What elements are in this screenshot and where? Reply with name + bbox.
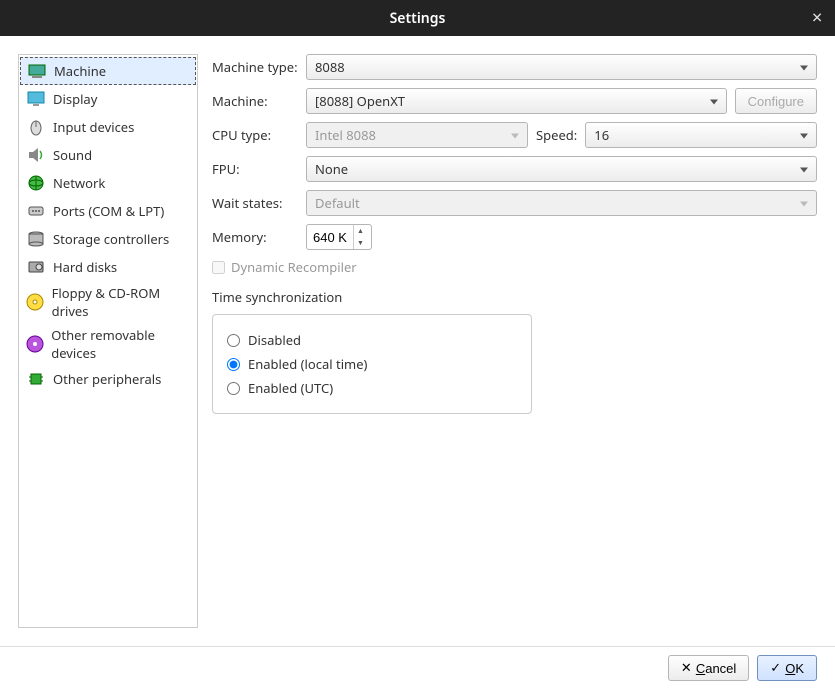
sidebar-item-label: Machine — [54, 62, 106, 80]
sidebar-item-label: Floppy & CD-ROM drives — [52, 284, 191, 320]
sidebar-item-label: Network — [53, 174, 105, 192]
sidebar-item-label: Sound — [53, 146, 92, 164]
speed-value: 16 — [594, 126, 609, 144]
sidebar-item-label: Input devices — [53, 118, 134, 136]
wait-states-value: Default — [315, 194, 360, 212]
radio-local-label: Enabled (local time) — [248, 355, 367, 373]
close-icon[interactable]: ✕ — [811, 9, 823, 28]
ok-button[interactable]: ✓ OK — [757, 655, 817, 681]
wait-states-label: Wait states: — [212, 194, 298, 212]
cpu-type-combo: Intel 8088 — [306, 122, 528, 148]
storage-icon — [25, 228, 47, 250]
sidebar: Machine Display Input devices Sound Netw… — [18, 54, 198, 628]
sidebar-item-input-devices[interactable]: Input devices — [19, 113, 197, 141]
memory-label: Memory: — [212, 228, 298, 246]
memory-spinner[interactable]: ▲ ▼ — [306, 224, 372, 250]
check-icon: ✓ — [770, 660, 781, 676]
cancel-x-icon: ✕ — [681, 660, 692, 676]
radio-local[interactable]: Enabled (local time) — [227, 355, 517, 373]
titlebar: Settings ✕ — [0, 0, 835, 36]
spin-up-icon[interactable]: ▲ — [354, 225, 367, 237]
dynamic-recompiler-label: Dynamic Recompiler — [231, 258, 357, 276]
wait-states-combo: Default — [306, 190, 817, 216]
content-area: Machine Display Input devices Sound Netw… — [0, 36, 835, 646]
speaker-icon — [25, 144, 47, 166]
disc-icon — [25, 291, 46, 313]
sidebar-item-storage-controllers[interactable]: Storage controllers — [19, 225, 197, 253]
sidebar-item-ports[interactable]: Ports (COM & LPT) — [19, 197, 197, 225]
sidebar-item-network[interactable]: Network — [19, 169, 197, 197]
sidebar-item-label: Other peripherals — [53, 370, 161, 388]
fpu-label: FPU: — [212, 160, 298, 178]
radio-disabled-input[interactable] — [227, 334, 240, 347]
main-panel: Machine type: 8088 Machine: [8088] OpenX… — [208, 54, 817, 628]
cancel-button[interactable]: ✕ Cancel — [668, 655, 749, 681]
sidebar-item-label: Ports (COM & LPT) — [53, 202, 164, 220]
chevron-down-icon — [800, 66, 808, 71]
sidebar-item-label: Display — [53, 90, 97, 108]
sidebar-item-sound[interactable]: Sound — [19, 141, 197, 169]
machine-icon — [26, 60, 48, 82]
display-icon — [25, 88, 47, 110]
sidebar-item-floppy-cdrom[interactable]: Floppy & CD-ROM drives — [19, 281, 197, 323]
globe-icon — [25, 172, 47, 194]
fpu-value: None — [315, 160, 348, 178]
chevron-down-icon — [800, 168, 808, 173]
machine-type-label: Machine type: — [212, 58, 298, 76]
port-icon — [25, 200, 47, 222]
chevron-down-icon — [800, 134, 808, 139]
sidebar-item-other-removable[interactable]: Other removable devices — [19, 323, 197, 365]
sidebar-item-label: Storage controllers — [53, 230, 169, 248]
time-sync-title: Time synchronization — [212, 288, 817, 306]
radio-disabled-label: Disabled — [248, 331, 301, 349]
radio-local-input[interactable] — [227, 358, 240, 371]
chevron-down-icon — [710, 100, 718, 105]
hard-disk-icon — [25, 256, 47, 278]
machine-combo[interactable]: [8088] OpenXT — [306, 88, 727, 114]
removable-icon — [25, 333, 45, 355]
footer: ✕ Cancel ✓ OK — [0, 646, 835, 689]
chevron-down-icon — [800, 202, 808, 207]
sidebar-item-label: Hard disks — [53, 258, 117, 276]
time-sync-group: Disabled Enabled (local time) Enabled (U… — [212, 314, 532, 414]
cpu-type-value: Intel 8088 — [315, 126, 376, 144]
memory-value[interactable] — [307, 230, 353, 245]
fpu-combo[interactable]: None — [306, 156, 817, 182]
machine-label: Machine: — [212, 92, 298, 110]
radio-disabled[interactable]: Disabled — [227, 331, 517, 349]
spin-down-icon[interactable]: ▼ — [354, 237, 367, 249]
radio-utc[interactable]: Enabled (UTC) — [227, 379, 517, 397]
dynamic-recompiler-checkbox: Dynamic Recompiler — [212, 258, 817, 276]
machine-type-value: 8088 — [315, 58, 345, 76]
radio-utc-label: Enabled (UTC) — [248, 379, 333, 397]
sidebar-item-hard-disks[interactable]: Hard disks — [19, 253, 197, 281]
cpu-type-label: CPU type: — [212, 126, 298, 144]
chevron-down-icon — [511, 134, 519, 139]
chip-icon — [25, 368, 47, 390]
sidebar-item-label: Other removable devices — [51, 326, 191, 362]
sidebar-item-other-peripherals[interactable]: Other peripherals — [19, 365, 197, 393]
radio-utc-input[interactable] — [227, 382, 240, 395]
machine-type-combo[interactable]: 8088 — [306, 54, 817, 80]
configure-button: Configure — [735, 88, 817, 114]
machine-value: [8088] OpenXT — [315, 92, 405, 110]
mouse-icon — [25, 116, 47, 138]
sidebar-item-machine[interactable]: Machine — [20, 57, 196, 85]
dynamic-recompiler-input — [212, 261, 225, 274]
window-title: Settings — [390, 9, 446, 28]
speed-combo[interactable]: 16 — [585, 122, 817, 148]
sidebar-item-display[interactable]: Display — [19, 85, 197, 113]
speed-label: Speed: — [536, 126, 577, 144]
